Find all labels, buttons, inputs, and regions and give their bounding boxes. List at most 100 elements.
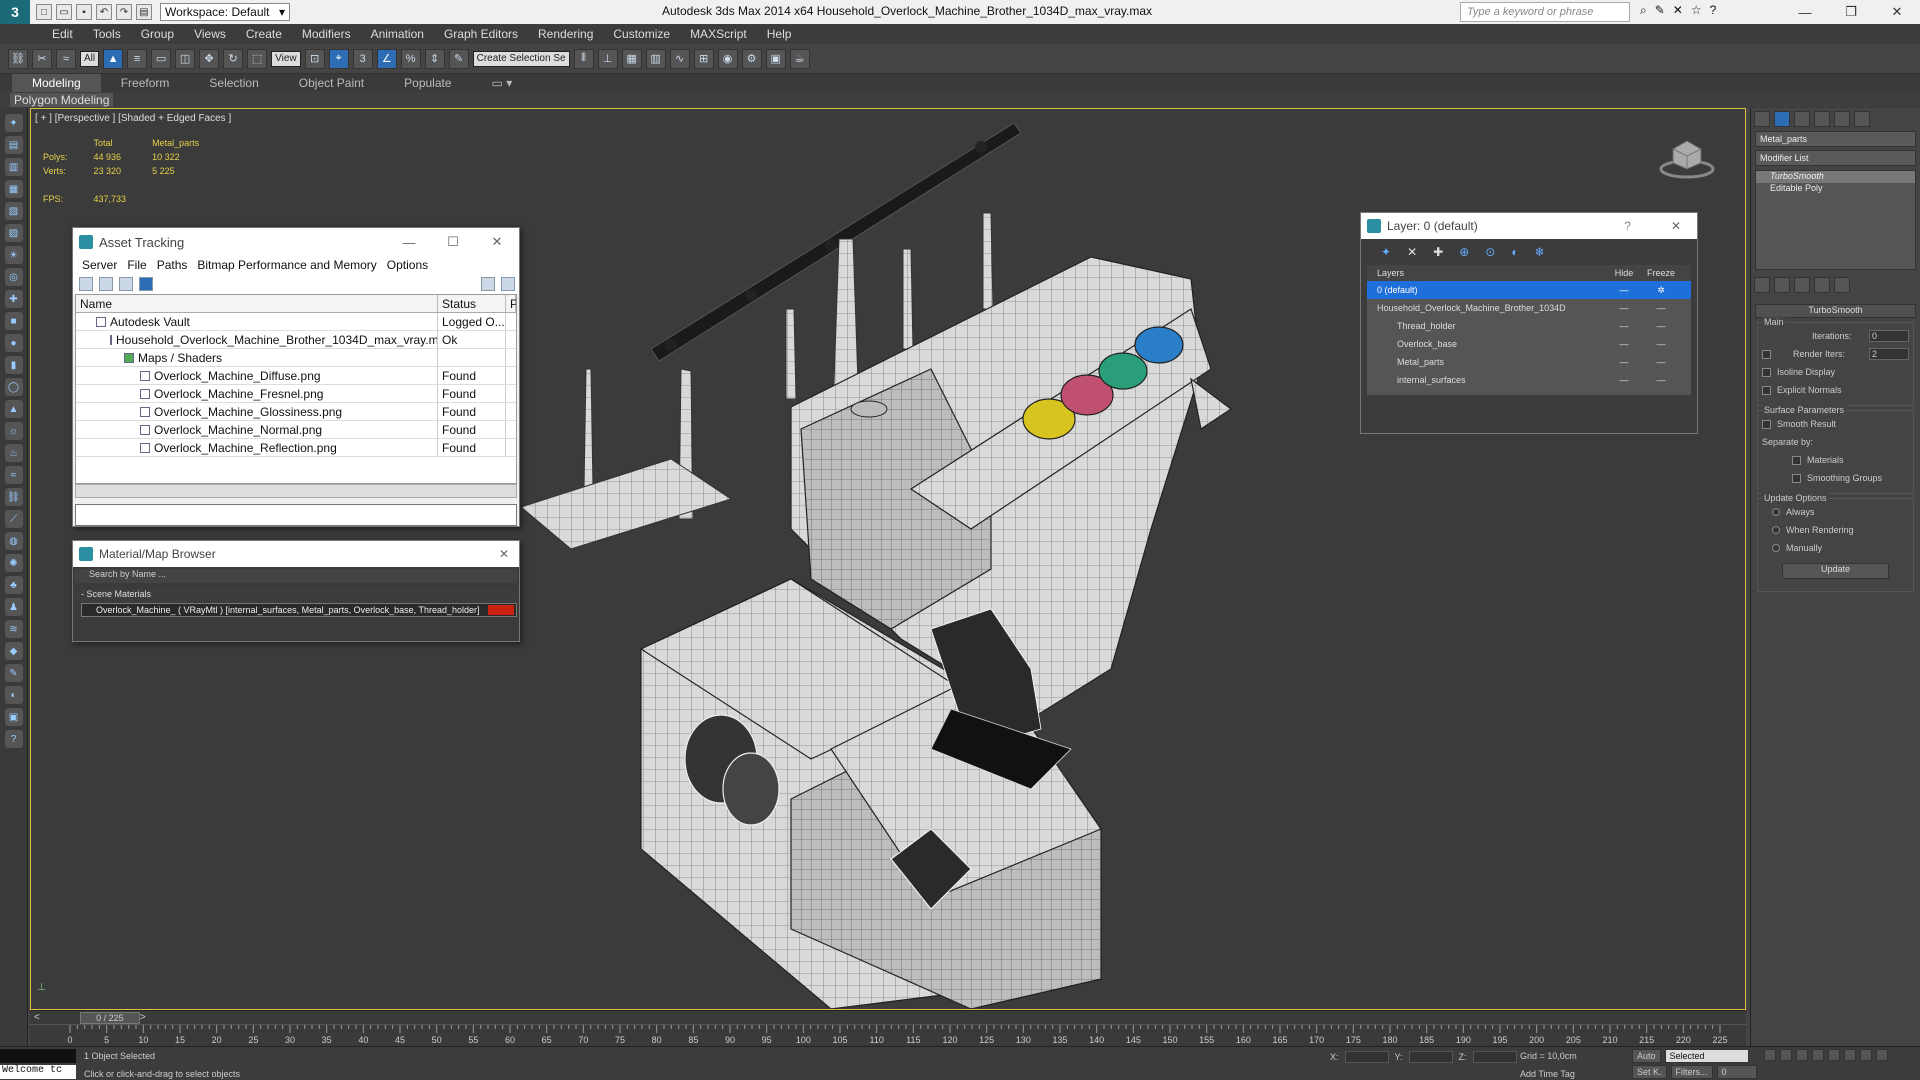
exchange-icon[interactable]: ✕ bbox=[1673, 3, 1683, 18]
remove-modifier-icon[interactable] bbox=[1814, 277, 1830, 293]
ribbon-options-icon[interactable]: ▭ ▾ bbox=[472, 74, 533, 92]
freeze-toggle[interactable]: — bbox=[1641, 339, 1681, 349]
goto-end-icon[interactable] bbox=[1828, 1049, 1840, 1061]
table-view-icon[interactable] bbox=[139, 277, 153, 291]
menu-server[interactable]: Server bbox=[77, 258, 122, 272]
grid-view-icon[interactable] bbox=[119, 277, 133, 291]
col-freeze[interactable]: Freeze bbox=[1641, 268, 1681, 278]
freeze-toggle[interactable]: — bbox=[1641, 303, 1681, 313]
menu-create[interactable]: Create bbox=[236, 27, 292, 41]
globe-icon[interactable]: ◍ bbox=[4, 532, 23, 550]
window-crossing-icon[interactable]: ◫ bbox=[175, 48, 196, 69]
tab-selection[interactable]: Selection bbox=[189, 74, 278, 92]
close-icon[interactable]: ✕ bbox=[1671, 219, 1681, 233]
menu-modifiers[interactable]: Modifiers bbox=[292, 27, 361, 41]
curve-editor-icon[interactable]: ∿ bbox=[669, 48, 690, 69]
table-row[interactable]: Overlock_Machine_Reflection.png Found bbox=[76, 439, 516, 457]
open-file-icon[interactable]: ▭ bbox=[56, 4, 72, 20]
cone-icon[interactable]: ▲ bbox=[4, 400, 23, 418]
project-folder-icon[interactable]: ▤ bbox=[136, 4, 152, 20]
brush-icon[interactable]: ✎ bbox=[4, 664, 23, 682]
track-bar[interactable]: 0 5 10 15 20 25 30 35 40 45 50 55 60 65 70 75 80 85 90 95 10… bbox=[30, 1024, 1746, 1046]
stack-item-turbosmooth[interactable]: TurboSmooth bbox=[1756, 171, 1915, 183]
menu-group[interactable]: Group bbox=[131, 27, 184, 41]
set-key-button[interactable]: Set K. bbox=[1632, 1065, 1667, 1079]
settings-icon[interactable] bbox=[501, 277, 515, 291]
binoculars-icon[interactable]: ⌕ bbox=[1640, 3, 1647, 18]
restore-icon[interactable]: ❐ bbox=[1828, 0, 1874, 24]
add-to-layer-icon[interactable]: ✚ bbox=[1433, 245, 1443, 259]
cylinder-icon[interactable]: ▮ bbox=[4, 356, 23, 374]
material-browser-header[interactable]: Material/Map Browser ✕ bbox=[73, 541, 519, 567]
minimize-icon[interactable]: — bbox=[1782, 0, 1828, 24]
snap-icon[interactable]: 3 bbox=[352, 48, 373, 69]
schematic-view-icon[interactable]: ⊞ bbox=[693, 48, 714, 69]
list-view-icon[interactable] bbox=[99, 277, 113, 291]
scene-materials-section[interactable]: - Scene Materials bbox=[75, 589, 517, 603]
rectangular-selection-icon[interactable]: ▭ bbox=[151, 48, 172, 69]
motion-icon[interactable]: ▦ bbox=[4, 180, 23, 198]
create-layer-icon[interactable]: ✦ bbox=[1381, 245, 1391, 259]
menu-tools[interactable]: Tools bbox=[83, 27, 131, 41]
layer-row[interactable]: Overlock_base — — bbox=[1367, 335, 1691, 353]
help-circle-icon[interactable]: ? bbox=[4, 730, 23, 748]
tab-object-paint[interactable]: Object Paint bbox=[279, 74, 384, 92]
link-tool-icon[interactable]: ⛓ bbox=[4, 488, 23, 506]
table-row[interactable]: Overlock_Machine_Fresnel.png Found bbox=[76, 385, 516, 403]
maxscript-mini-listener[interactable]: Welcome tc bbox=[0, 1065, 76, 1079]
star-icon[interactable]: ☆ bbox=[1691, 3, 1702, 18]
tree-icon[interactable]: ♣ bbox=[4, 576, 23, 594]
orbit-icon[interactable] bbox=[1876, 1049, 1888, 1061]
object-name-field[interactable]: Metal_parts bbox=[1755, 131, 1916, 147]
time-slider[interactable]: 0 / 225 bbox=[79, 1011, 140, 1024]
pivot-icon[interactable]: ⊡ bbox=[304, 48, 325, 69]
torus-icon[interactable]: ◯ bbox=[4, 378, 23, 396]
minimize-icon[interactable]: — bbox=[387, 228, 431, 256]
menu-animation[interactable]: Animation bbox=[361, 27, 434, 41]
utilities-tab-icon[interactable] bbox=[1854, 111, 1870, 127]
manipulate-icon[interactable]: ⌖ bbox=[328, 48, 349, 69]
save-icon[interactable]: ▪ bbox=[76, 4, 92, 20]
col-layers[interactable]: Layers bbox=[1367, 268, 1607, 278]
iterations-spinner[interactable]: 0 bbox=[1869, 330, 1909, 342]
freeze-toggle[interactable]: ✲ bbox=[1641, 285, 1681, 296]
table-row[interactable]: Overlock_Machine_Glossiness.png Found bbox=[76, 403, 516, 421]
new-file-icon[interactable]: □ bbox=[36, 4, 52, 20]
maxscript-listener-top[interactable] bbox=[0, 1049, 76, 1063]
menu-customize[interactable]: Customize bbox=[603, 27, 680, 41]
material-editor-icon[interactable]: ◉ bbox=[717, 48, 738, 69]
unlink-icon[interactable]: ✂ bbox=[32, 48, 52, 69]
menu-rendering[interactable]: Rendering bbox=[528, 27, 603, 41]
layer-row[interactable]: Metal_parts — — bbox=[1367, 353, 1691, 371]
scene-icon[interactable]: ▣ bbox=[4, 708, 23, 726]
percent-snap-icon[interactable]: % bbox=[400, 48, 421, 69]
render-iters-spinner[interactable]: 2 bbox=[1869, 348, 1909, 360]
render-setup-icon[interactable]: ⚙ bbox=[741, 48, 762, 69]
menu-graph-editors[interactable]: Graph Editors bbox=[434, 27, 528, 41]
close-icon[interactable]: ✕ bbox=[475, 228, 519, 256]
x-field[interactable] bbox=[1344, 1051, 1389, 1063]
layer-row[interactable]: Household_Overlock_Machine_Brother_1034D… bbox=[1367, 299, 1691, 317]
turbosmooth-rollout[interactable]: TurboSmooth bbox=[1755, 304, 1916, 318]
tools-icon[interactable]: ✎ bbox=[1655, 3, 1665, 18]
layer-row[interactable]: 0 (default) — ✲ bbox=[1367, 281, 1691, 299]
keyword-search-input[interactable]: Type a keyword or phrase bbox=[1460, 2, 1630, 22]
modifier-list-dropdown[interactable]: Modifier List bbox=[1755, 150, 1916, 166]
select-in-layer-icon[interactable]: ⊕ bbox=[1459, 245, 1469, 259]
sun-icon[interactable]: ☼ bbox=[4, 422, 23, 440]
layer-row[interactable]: internal_surfaces — — bbox=[1367, 371, 1691, 389]
smooth-result-checkbox[interactable] bbox=[1762, 419, 1771, 429]
bind-space-warp-icon[interactable]: ≈ bbox=[56, 48, 76, 69]
rotate-icon[interactable]: ↻ bbox=[223, 48, 244, 69]
hair-icon[interactable]: ≋ bbox=[4, 620, 23, 638]
select-object-icon[interactable]: ▲ bbox=[103, 48, 124, 69]
menu-maxscript[interactable]: MAXScript bbox=[680, 27, 757, 41]
material-list-item[interactable]: Overlock_Machine_ ( VRayMtl ) [internal_… bbox=[81, 603, 517, 617]
menu-views[interactable]: Views bbox=[184, 27, 236, 41]
hide-toggle[interactable]: — bbox=[1607, 339, 1641, 349]
teapot-icon[interactable]: ♨ bbox=[4, 444, 23, 462]
zoom-icon[interactable] bbox=[1844, 1049, 1856, 1061]
close-icon[interactable]: ✕ bbox=[489, 547, 519, 561]
pan-icon[interactable] bbox=[1860, 1049, 1872, 1061]
hide-toggle[interactable]: — bbox=[1607, 285, 1641, 295]
